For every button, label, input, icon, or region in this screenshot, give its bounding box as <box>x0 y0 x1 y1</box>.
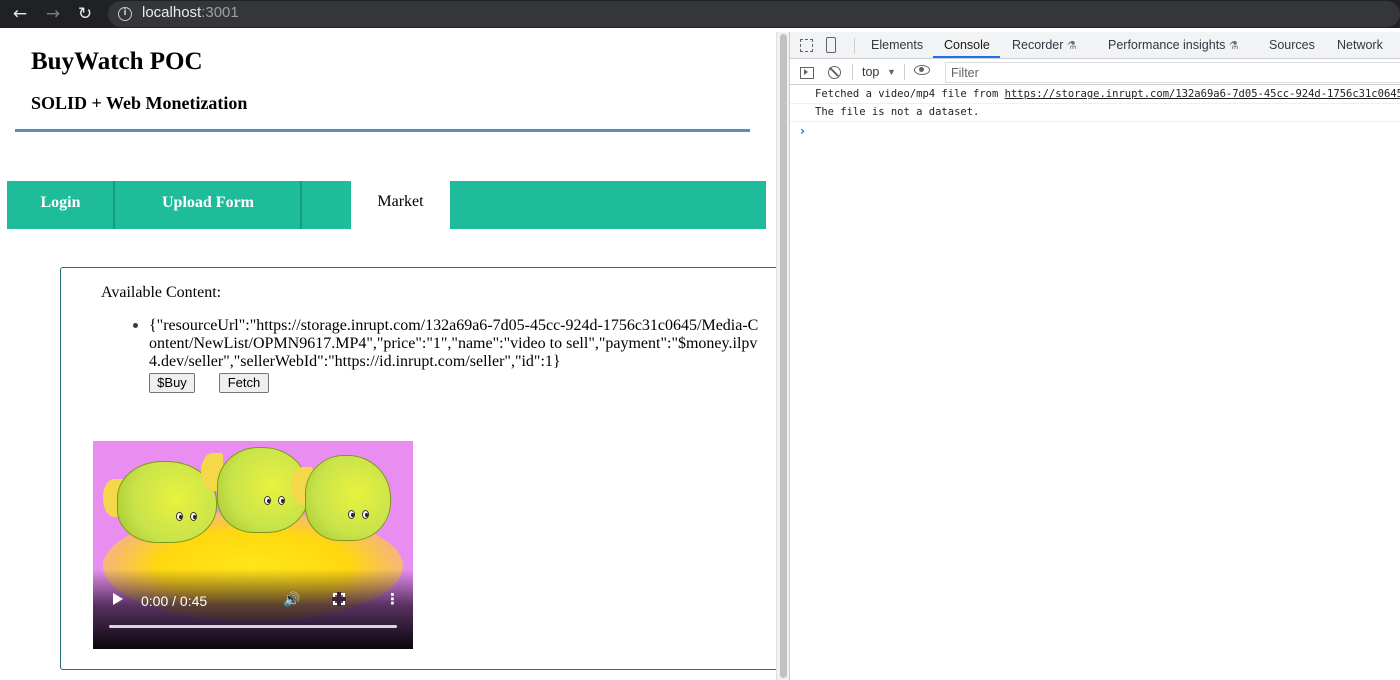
video-controls-shade <box>93 569 413 649</box>
page-title: BuyWatch POC <box>31 48 203 75</box>
url-port: :3001 <box>201 4 239 21</box>
content-item-json: {"resourceUrl":"https://storage.inrupt.c… <box>149 317 759 370</box>
show-sidebar-icon[interactable] <box>800 67 814 79</box>
header-divider <box>15 129 750 132</box>
url-host: localhost <box>142 4 202 21</box>
browser-toolbar: ← → ↻ i localhost:3001 <box>0 0 1400 28</box>
log-link[interactable]: https://storage.inrupt.com/132a69a6-7d05… <box>1005 88 1400 100</box>
live-expression-eye-icon[interactable] <box>914 65 930 75</box>
nav-login[interactable]: Login <box>7 181 114 229</box>
page-scrollbar-thumb[interactable] <box>780 34 787 678</box>
tab-sources[interactable]: Sources <box>1269 32 1315 59</box>
chevron-down-icon[interactable]: ▼ <box>887 64 896 80</box>
video-time: 0:00 / 0:45 <box>141 593 208 609</box>
context-selector[interactable]: top <box>862 64 879 80</box>
console-log-line: Fetched a video/mp4 file from https://st… <box>790 86 1400 104</box>
forward-arrow-icon[interactable]: → <box>42 3 64 25</box>
log-text: The file is not a dataset. <box>815 106 980 118</box>
clear-console-icon[interactable] <box>828 66 841 79</box>
fish-character <box>305 455 391 541</box>
page-scrollbar[interactable] <box>776 32 789 680</box>
devtools-panel: Elements Console Recorder ⚗ Performance … <box>789 32 1400 680</box>
page-subtitle: SOLID + Web Monetization <box>31 93 248 113</box>
list-bullet <box>133 323 138 328</box>
toolbar-divider <box>904 64 905 80</box>
play-icon[interactable] <box>113 593 123 605</box>
nav-market[interactable]: Market <box>351 181 450 229</box>
experimental-flask-icon: ⚗ <box>1066 40 1077 52</box>
toolbar-divider <box>854 38 855 54</box>
available-content-heading: Available Content: <box>101 284 222 301</box>
console-prompt-icon[interactable]: › <box>800 124 805 138</box>
experimental-flask-icon: ⚗ <box>1228 40 1239 52</box>
tab-elements[interactable]: Elements <box>871 32 923 59</box>
tab-recorder-label: Recorder <box>1012 38 1064 52</box>
tab-performance-label: Performance insights <box>1108 38 1226 52</box>
toolbar-divider <box>852 64 853 80</box>
main-nav: Login Upload Form Market <box>7 181 766 229</box>
tab-network[interactable]: Network <box>1337 32 1383 59</box>
site-info-icon[interactable]: i <box>118 7 132 21</box>
eye <box>264 496 271 505</box>
reload-icon[interactable]: ↻ <box>74 3 96 25</box>
web-page: BuyWatch POC SOLID + Web Monetization Lo… <box>0 32 776 680</box>
eye <box>190 512 197 521</box>
console-log-line: The file is not a dataset. <box>790 104 1400 122</box>
devtools-tabbar: Elements Console Recorder ⚗ Performance … <box>790 32 1400 59</box>
eye <box>278 496 285 505</box>
tab-performance-insights[interactable]: Performance insights ⚗ <box>1108 32 1239 59</box>
nav-upload-form[interactable]: Upload Form <box>115 181 301 229</box>
buy-button[interactable]: $Buy <box>149 373 195 393</box>
inspect-element-icon[interactable] <box>800 39 813 52</box>
more-options-icon[interactable]: ⋮ <box>385 591 400 607</box>
eye <box>176 512 183 521</box>
back-arrow-icon[interactable]: ← <box>9 3 31 25</box>
console-toolbar: top ▼ <box>790 60 1400 85</box>
device-toolbar-icon[interactable] <box>826 37 836 53</box>
market-panel: Available Content: {"resourceUrl":"https… <box>60 267 776 670</box>
fetch-button[interactable]: Fetch <box>219 373 269 393</box>
log-text: Fetched a video/mp4 file from <box>815 88 1005 100</box>
eye <box>348 510 355 519</box>
eye <box>362 510 369 519</box>
console-filter-input[interactable] <box>945 62 1400 83</box>
video-progress-bar[interactable] <box>109 625 397 628</box>
tab-console[interactable]: Console <box>944 32 990 59</box>
tab-recorder[interactable]: Recorder ⚗ <box>1012 32 1077 59</box>
console-output: Fetched a video/mp4 file from https://st… <box>790 86 1400 680</box>
url-text[interactable]: localhost:3001 <box>142 4 239 22</box>
active-tab-indicator <box>933 56 1000 58</box>
address-bar[interactable] <box>108 1 1400 27</box>
fullscreen-icon[interactable] <box>332 592 346 606</box>
volume-icon[interactable]: 🔊 <box>283 592 300 608</box>
nav-separator <box>300 181 302 229</box>
video-player[interactable]: 0:00 / 0:45 🔊 ⋮ <box>93 441 413 649</box>
